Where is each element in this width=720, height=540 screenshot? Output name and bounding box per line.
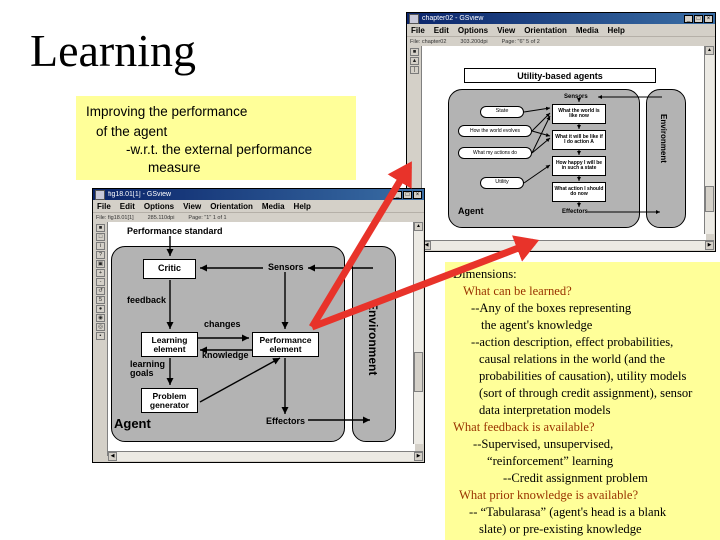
vertical-scrollbar-fig1801[interactable]: ▲ bbox=[413, 222, 423, 444]
dim-line-5: --action description, effect probabiliti… bbox=[471, 335, 674, 349]
callout-top-line-2: of the agent bbox=[96, 124, 168, 139]
window-controls-chapter02[interactable]: _ □ × bbox=[684, 14, 713, 23]
dim-line-3: --Any of the boxes representing bbox=[471, 301, 632, 315]
diagram-arrows-learning bbox=[166, 236, 373, 424]
help-icon[interactable]: ? bbox=[96, 251, 105, 259]
callout-dimensions: Dimensions: What can be learned? --Any o… bbox=[445, 262, 720, 540]
window-chapter02-gsview[interactable]: chapter02 - GSview _ □ × File Edit Optio… bbox=[406, 12, 716, 252]
app-icon bbox=[409, 13, 419, 24]
ghost4-icon[interactable]: ▪ bbox=[96, 332, 105, 340]
menu-item-edit-2[interactable]: Edit bbox=[120, 202, 135, 211]
print-icon-2[interactable]: ■ bbox=[96, 224, 105, 232]
info-icon-2[interactable]: i bbox=[96, 242, 105, 250]
dim-line-9: data interpretation models bbox=[479, 403, 611, 417]
maximize-button-2[interactable]: □ bbox=[403, 190, 412, 199]
scrollbar-thumb-2[interactable] bbox=[414, 352, 423, 392]
statusbar-fig1801: File: fig18.01[1] 285.110dpi Page: "1" 1… bbox=[93, 213, 424, 222]
status-dpi-2: 285.110dpi bbox=[147, 214, 175, 221]
menu-item-file[interactable]: File bbox=[411, 26, 425, 35]
rotate-icon[interactable]: ↺ bbox=[96, 287, 105, 295]
menu-item-options-2[interactable]: Options bbox=[144, 202, 174, 211]
menu-item-view-2[interactable]: View bbox=[183, 202, 201, 211]
slide-canvas: Learning Improving the performance of th… bbox=[0, 0, 720, 540]
dim-line-2: What can be learned? bbox=[463, 284, 572, 298]
dim-line-15: -- “Tabularasa” (agent's head is a blank bbox=[469, 505, 667, 519]
window-title-fig1801: fig18.01[1] - GSview bbox=[108, 190, 172, 198]
vertical-scrollbar-chapter02[interactable]: ▲ bbox=[704, 46, 714, 234]
window-controls-fig1801[interactable]: _ □ × bbox=[393, 190, 422, 199]
window-fig1801-gsview[interactable]: fig18.01[1] - GSview _ □ × File Edit Opt… bbox=[92, 188, 425, 463]
close-button-2[interactable]: × bbox=[413, 190, 422, 199]
status-dpi: 303.200dpi bbox=[460, 38, 488, 45]
zoom-in-icon[interactable]: + bbox=[96, 269, 105, 277]
ghost2-icon[interactable]: ◉ bbox=[96, 314, 105, 322]
dim-line-14: What prior knowledge is available? bbox=[459, 488, 639, 502]
titlebar-chapter02[interactable]: chapter02 - GSview _ □ × bbox=[407, 13, 715, 24]
page-icon[interactable]: 5 bbox=[96, 296, 105, 304]
select-icon[interactable]: ▣ bbox=[96, 260, 105, 268]
dim-line-6: causal relations in the world (and the bbox=[479, 352, 666, 366]
scroll-up-arrow-2[interactable]: ▲ bbox=[414, 222, 423, 231]
status-page: Page: "6" 5 of 2 bbox=[501, 38, 540, 45]
status-page-2: Page: "1" 1 of 1 bbox=[188, 214, 227, 221]
open-icon[interactable]: ▲ bbox=[410, 57, 419, 65]
callout-top-line-4: measure bbox=[148, 160, 201, 175]
toolstrip-fig1801[interactable]: ■ □ i ? ▣ + - ↺ 5 ● ◉ ◎ ▪ bbox=[94, 222, 108, 456]
info-icon[interactable]: | bbox=[410, 66, 419, 74]
zoom-out-icon[interactable]: - bbox=[96, 278, 105, 286]
dim-line-10: What feedback is available? bbox=[453, 420, 595, 434]
status-file-2: File: fig18.01[1] bbox=[96, 214, 134, 221]
app-icon-2 bbox=[95, 189, 105, 200]
ghost3-icon[interactable]: ◎ bbox=[96, 323, 105, 331]
dim-line-16: slate) or pre-existing knowledge bbox=[479, 522, 642, 536]
dim-line-1: Dimensions: bbox=[453, 267, 517, 281]
menu-item-options[interactable]: Options bbox=[458, 26, 488, 35]
maximize-button[interactable]: □ bbox=[694, 14, 703, 23]
callout-improving-performance: Improving the performance of the agent -… bbox=[76, 96, 356, 180]
callout-top-line-3: -w.r.t. the external performance bbox=[126, 142, 313, 157]
scrollbar-thumb[interactable] bbox=[705, 186, 714, 212]
scroll-right-arrow[interactable]: ▶ bbox=[705, 241, 714, 250]
window-title-chapter02: chapter02 - GSview bbox=[422, 14, 484, 22]
statusbar-chapter02: File: chapter02 303.200dpi Page: "6" 5 o… bbox=[407, 37, 715, 46]
page-title: Learning bbox=[30, 25, 197, 76]
status-file: File: chapter02 bbox=[410, 38, 447, 45]
menubar-chapter02[interactable]: File Edit Options View Orientation Media… bbox=[407, 24, 715, 37]
dim-line-12: “reinforcement” learning bbox=[487, 454, 614, 468]
callout-top-line-1: Improving the performance bbox=[86, 104, 248, 119]
document-canvas-fig1801: Performance standard Environment Critic … bbox=[108, 222, 415, 454]
dim-line-4: the agent's knowledge bbox=[481, 318, 593, 332]
menu-item-view[interactable]: View bbox=[497, 26, 515, 35]
scroll-right-arrow-2[interactable]: ▶ bbox=[414, 452, 423, 461]
menu-item-file-2[interactable]: File bbox=[97, 202, 111, 211]
menu-item-orientation[interactable]: Orientation bbox=[524, 26, 567, 35]
menu-item-orientation-2[interactable]: Orientation bbox=[210, 202, 253, 211]
close-button[interactable]: × bbox=[704, 14, 713, 23]
diagram-arrows-utility bbox=[523, 95, 662, 214]
menu-item-media[interactable]: Media bbox=[576, 26, 599, 35]
minimize-button[interactable]: _ bbox=[684, 14, 693, 23]
scroll-up-arrow[interactable]: ▲ bbox=[705, 46, 714, 55]
dim-line-8: (sort of through credit assignment), sen… bbox=[479, 386, 693, 400]
ghost-icon[interactable]: ● bbox=[96, 305, 105, 313]
scroll-left-arrow-2[interactable]: ◀ bbox=[108, 452, 117, 461]
menu-item-help[interactable]: Help bbox=[608, 26, 625, 35]
open-icon-2[interactable]: □ bbox=[96, 233, 105, 241]
titlebar-fig1801[interactable]: fig18.01[1] - GSview _ □ × bbox=[93, 189, 424, 200]
horizontal-scrollbar-fig1801[interactable]: ◀ ▶ bbox=[108, 451, 423, 461]
horizontal-scrollbar-chapter02[interactable]: ◀ ▶ bbox=[422, 240, 714, 250]
print-icon[interactable]: ■ bbox=[410, 48, 419, 56]
menu-item-edit[interactable]: Edit bbox=[434, 26, 449, 35]
menu-item-media-2[interactable]: Media bbox=[262, 202, 285, 211]
dim-line-7: probabilities of causation), utility mod… bbox=[479, 369, 687, 383]
document-canvas-chapter02: Utility-based agents Environment Agent S… bbox=[422, 46, 706, 244]
dim-line-13: --Credit assignment problem bbox=[503, 471, 648, 485]
minimize-button-2[interactable]: _ bbox=[393, 190, 402, 199]
menubar-fig1801[interactable]: File Edit Options View Orientation Media… bbox=[93, 200, 424, 213]
menu-item-help-2[interactable]: Help bbox=[294, 202, 311, 211]
dim-line-11: --Supervised, unsupervised, bbox=[473, 437, 614, 451]
